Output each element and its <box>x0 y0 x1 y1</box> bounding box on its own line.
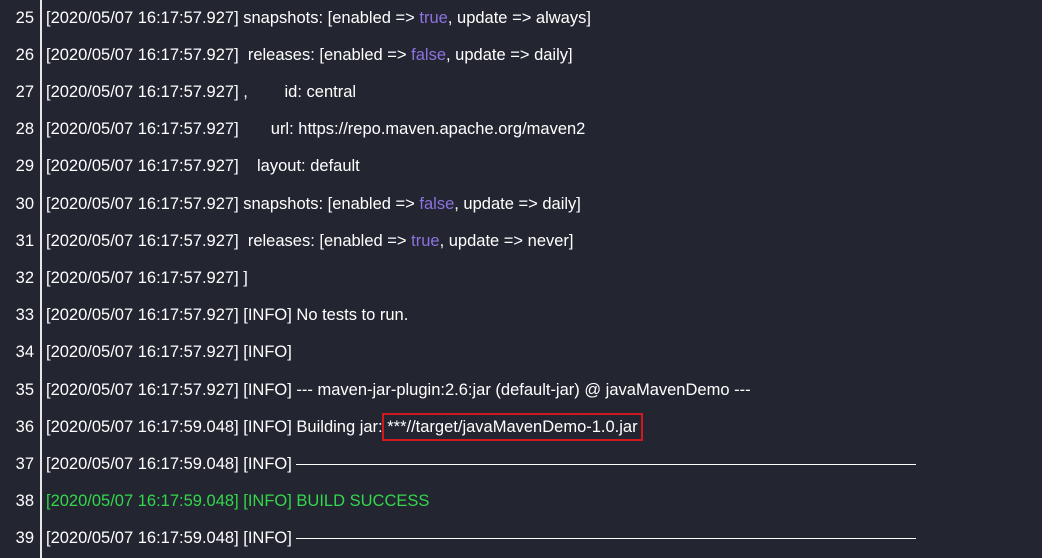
log-text: [2020/05/07 16:17:59.048] [INFO] <box>40 529 917 548</box>
line-number: 26 <box>15 45 34 64</box>
boolean-value: false <box>411 45 446 64</box>
log-line: 36 [2020/05/07 16:17:59.048] [INFO] Build… <box>0 411 643 443</box>
right-edge <box>1042 0 1058 558</box>
log-line: 25 [2020/05/07 16:17:57.927] snapshots: [… <box>0 2 591 34</box>
line-number: 38 <box>15 492 34 511</box>
log-line: 31 [2020/05/07 16:17:57.927] releases: [e… <box>0 225 574 257</box>
log-segment: , update => never] <box>439 231 574 250</box>
log-line: 26 [2020/05/07 16:17:57.927] releases: [e… <box>0 39 573 71</box>
log-segment: [2020/05/07 16:17:57.927] snapshots: [en… <box>46 8 420 27</box>
line-number: 28 <box>15 120 34 139</box>
line-number: 30 <box>15 194 34 213</box>
separator-dashes <box>296 538 917 540</box>
log-segment: [2020/05/07 16:17:57.927] [INFO] --- mav… <box>46 380 751 399</box>
log-segment: [2020/05/07 16:17:59.048] [INFO] <box>46 529 297 548</box>
log-segment: [2020/05/07 16:17:57.927] releases: [ena… <box>46 45 412 64</box>
boolean-value: true <box>419 8 448 27</box>
log-text: [2020/05/07 16:17:57.927] releases: [ena… <box>40 46 573 65</box>
log-text: [2020/05/07 16:17:57.927] url: https://r… <box>40 120 585 139</box>
log-text: [2020/05/07 16:17:57.927] snapshots: [en… <box>40 9 591 28</box>
line-number: 25 <box>15 8 34 27</box>
line-number: 37 <box>15 454 34 473</box>
log-text: [2020/05/07 16:17:57.927] ] <box>40 269 248 288</box>
log-text: [2020/05/07 16:17:57.927] snapshots: [en… <box>40 195 581 214</box>
line-number: 35 <box>15 380 34 399</box>
log-line: 35 [2020/05/07 16:17:57.927] [INFO] --- m… <box>0 374 751 406</box>
log-text: [2020/05/07 16:17:59.048] [INFO] Buildin… <box>40 412 643 441</box>
log-segment: [2020/05/07 16:17:57.927] ] <box>46 268 248 287</box>
log-line: 39 [2020/05/07 16:17:59.048] [INFO] <box>0 523 917 555</box>
log-segment: [2020/05/07 16:17:57.927] layout: defaul… <box>46 157 360 176</box>
log-segment: , update => daily] <box>446 45 573 64</box>
log-text: [2020/05/07 16:17:57.927] [INFO] <box>40 343 292 362</box>
log-line: 29 [2020/05/07 16:17:57.927] layout: defa… <box>0 151 360 183</box>
log-segment: [2020/05/07 16:17:57.927] [INFO] No test… <box>46 306 409 325</box>
line-number: 31 <box>15 231 34 250</box>
log-segment: , update => daily] <box>454 194 581 213</box>
line-number: 36 <box>15 417 34 436</box>
log-segment: [2020/05/07 16:17:57.927] , id: central <box>46 82 357 101</box>
log-segment: [2020/05/07 16:17:59.048] [INFO] <box>46 454 297 473</box>
console-log-panel: 25 [2020/05/07 16:17:57.927] snapshots: [… <box>0 0 1042 558</box>
log-line: 33 [2020/05/07 16:17:57.927] [INFO] No te… <box>0 300 409 332</box>
highlighted-jar-path: ***//target/javaMavenDemo-1.0.jar <box>382 412 643 441</box>
line-number: 33 <box>15 306 34 325</box>
log-segment: [2020/05/07 16:17:57.927] releases: [ena… <box>46 231 412 250</box>
separator-dashes <box>296 464 917 466</box>
log-text: [2020/05/07 16:17:57.927] , id: central <box>40 83 356 102</box>
log-line: 30 [2020/05/07 16:17:57.927] snapshots: [… <box>0 188 581 220</box>
log-text: [2020/05/07 16:17:57.927] layout: defaul… <box>40 157 360 176</box>
log-text: [2020/05/07 16:17:57.927] [INFO] --- mav… <box>40 381 751 400</box>
log-line: 37 [2020/05/07 16:17:59.048] [INFO] <box>0 448 917 480</box>
log-line: 32 [2020/05/07 16:17:57.927] ] <box>0 262 248 294</box>
log-segment: [2020/05/07 16:17:57.927] url: https://r… <box>46 120 586 139</box>
log-text: [2020/05/07 16:17:59.048] [INFO] <box>40 454 917 474</box>
log-text: [2020/05/07 16:17:57.927] [INFO] No test… <box>40 306 408 325</box>
log-line: 38 [2020/05/07 16:17:59.048] [INFO] BUILD… <box>0 486 430 518</box>
line-number: 34 <box>15 343 34 362</box>
boolean-value: false <box>419 194 455 213</box>
log-segment: [2020/05/07 16:17:57.927] snapshots: [en… <box>46 194 420 213</box>
line-number: 32 <box>15 268 34 287</box>
line-number: 39 <box>15 529 34 548</box>
build-success-text: [2020/05/07 16:17:59.048] [INFO] BUILD S… <box>46 492 430 511</box>
log-text: [2020/05/07 16:17:59.048] [INFO] BUILD S… <box>40 492 429 511</box>
line-number: 27 <box>15 82 34 101</box>
log-line: 28 [2020/05/07 16:17:57.927] url: https:/… <box>0 114 586 146</box>
log-segment: [2020/05/07 16:17:57.927] [INFO] <box>46 343 292 362</box>
log-text: [2020/05/07 16:17:57.927] releases: [ena… <box>40 232 574 251</box>
log-segment: , update => always] <box>447 8 591 27</box>
boolean-value: true <box>411 231 440 250</box>
log-line: 34 [2020/05/07 16:17:57.927] [INFO] <box>0 337 292 369</box>
log-line: 27 [2020/05/07 16:17:57.927] , id: centra… <box>0 76 356 108</box>
log-segment: [2020/05/07 16:17:59.048] [INFO] Buildin… <box>46 417 388 436</box>
line-number: 29 <box>15 157 34 176</box>
